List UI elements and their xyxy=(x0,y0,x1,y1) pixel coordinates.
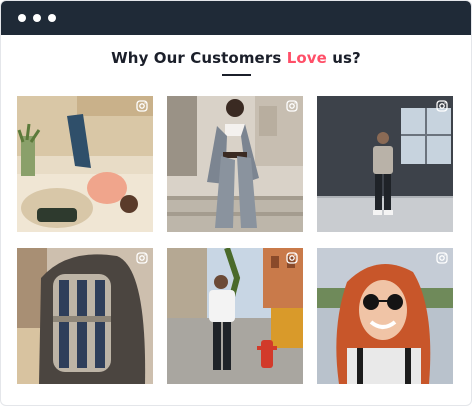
window-close-dot[interactable] xyxy=(18,14,26,22)
photo-striped-backpack xyxy=(17,248,153,384)
window-maximize-dot[interactable] xyxy=(48,14,56,22)
window-minimize-dot[interactable] xyxy=(33,14,41,22)
heading-underline xyxy=(222,74,251,76)
photo-woman-on-bed xyxy=(17,96,153,232)
instagram-icon xyxy=(136,252,148,264)
gallery-photo-2[interactable] xyxy=(167,96,303,232)
instagram-icon xyxy=(436,252,448,264)
photo-redhead-sunglasses xyxy=(317,248,453,384)
gallery-photo-3[interactable] xyxy=(317,96,453,232)
photo-man-dark-building xyxy=(317,96,453,232)
gallery-photo-5[interactable] xyxy=(167,248,303,384)
gallery-photo-6[interactable] xyxy=(317,248,453,384)
instagram-icon xyxy=(136,100,148,112)
photo-man-street-hydrant xyxy=(167,248,303,384)
instagram-icon xyxy=(436,100,448,112)
heading-accent-word: Love xyxy=(286,49,327,67)
gallery-photo-1[interactable] xyxy=(17,96,153,232)
window-titlebar xyxy=(1,1,471,35)
photo-woman-grey-suit xyxy=(167,96,303,232)
heading-prefix: Why Our Customers xyxy=(111,49,287,67)
section-heading: Why Our Customers Love us? xyxy=(1,49,471,67)
widget-window: Why Our Customers Love us? xyxy=(0,0,472,406)
instagram-icon xyxy=(286,100,298,112)
gallery-photo-4[interactable] xyxy=(17,248,153,384)
instagram-icon xyxy=(286,252,298,264)
heading-suffix: us? xyxy=(326,49,361,67)
